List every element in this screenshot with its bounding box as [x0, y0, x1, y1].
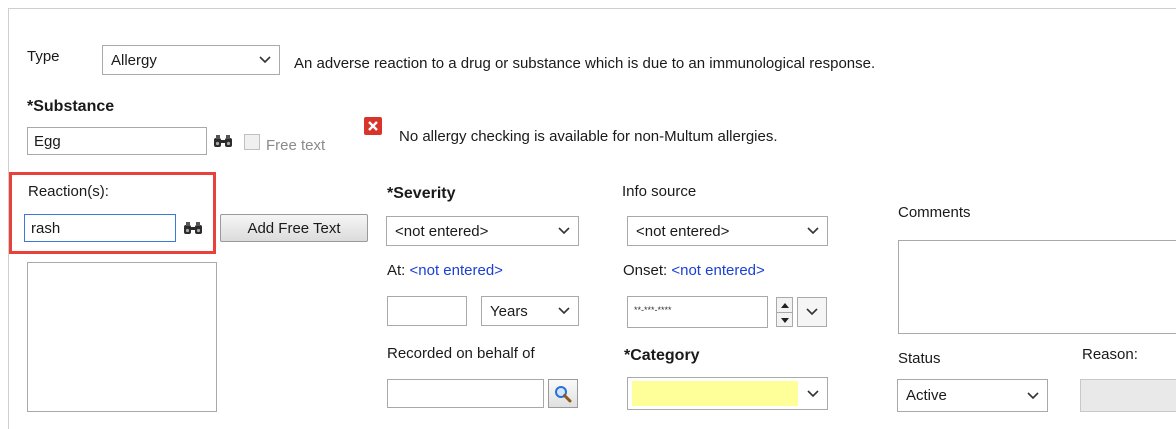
info-source-value: <not entered>	[636, 222, 730, 240]
type-select-value: Allergy	[111, 51, 157, 69]
type-description: An adverse reaction to a drug or substan…	[294, 55, 876, 72]
substance-warning: No allergy checking is available for non…	[399, 128, 778, 145]
free-text-checkbox[interactable]	[244, 134, 260, 150]
error-x-icon	[364, 117, 382, 135]
chevron-down-icon	[1019, 380, 1047, 411]
reactions-input[interactable]	[24, 214, 176, 242]
severity-label: *Severity	[387, 185, 456, 202]
status-label: Status	[898, 350, 941, 367]
chevron-up-icon[interactable]	[777, 298, 792, 313]
age-input[interactable]	[387, 296, 467, 326]
category-label: *Category	[624, 347, 700, 364]
comments-textarea[interactable]	[898, 240, 1176, 334]
severity-select-value: <not entered>	[395, 222, 489, 240]
chevron-down-icon	[550, 217, 578, 245]
onset-value-link[interactable]: <not entered>	[671, 262, 764, 279]
age-unit-value: Years	[490, 302, 528, 320]
severity-select[interactable]: <not entered>	[386, 216, 579, 246]
add-free-text-button[interactable]: Add Free Text	[220, 214, 368, 242]
type-label: Type	[27, 48, 60, 65]
onset-row: Onset: <not entered>	[623, 262, 765, 279]
at-value-link[interactable]: <not entered>	[410, 262, 503, 279]
status-select[interactable]: Active	[897, 379, 1048, 412]
chevron-down-icon	[806, 308, 818, 316]
info-source-select[interactable]: <not entered>	[627, 216, 828, 246]
onset-dropdown-button[interactable]	[797, 297, 827, 327]
reason-label: Reason:	[1082, 346, 1138, 363]
info-source-label: Info source	[622, 183, 697, 200]
chevron-down-icon	[799, 217, 827, 245]
substance-label: *Substance	[27, 98, 115, 115]
free-text-label: Free text	[266, 137, 326, 154]
magnifier-icon[interactable]	[548, 379, 578, 408]
category-select-value	[632, 381, 798, 406]
reason-select[interactable]	[1080, 379, 1176, 412]
age-unit-select[interactable]: Years	[481, 296, 579, 326]
substance-input[interactable]	[27, 127, 207, 155]
chevron-down-icon	[550, 297, 578, 325]
binoculars-icon[interactable]	[208, 127, 238, 155]
onset-spinner[interactable]	[776, 297, 793, 327]
binoculars-icon[interactable]	[178, 214, 208, 242]
recorded-input[interactable]	[387, 379, 544, 408]
at-label: At:	[387, 262, 406, 279]
category-select[interactable]	[627, 377, 828, 410]
onset-date-input[interactable]: **-***-****	[627, 296, 768, 328]
chevron-down-icon	[799, 378, 827, 409]
recorded-label: Recorded on behalf of	[387, 345, 535, 362]
chevron-down-icon	[251, 46, 279, 74]
onset-label: Onset:	[623, 262, 668, 279]
status-select-value: Active	[906, 387, 947, 404]
reactions-label: Reaction(s):	[28, 183, 109, 200]
reactions-list[interactable]	[27, 262, 217, 412]
type-select[interactable]: Allergy	[102, 45, 280, 75]
at-row: At: <not entered>	[387, 262, 503, 279]
comments-label: Comments	[898, 204, 971, 221]
chevron-down-icon[interactable]	[777, 313, 792, 327]
